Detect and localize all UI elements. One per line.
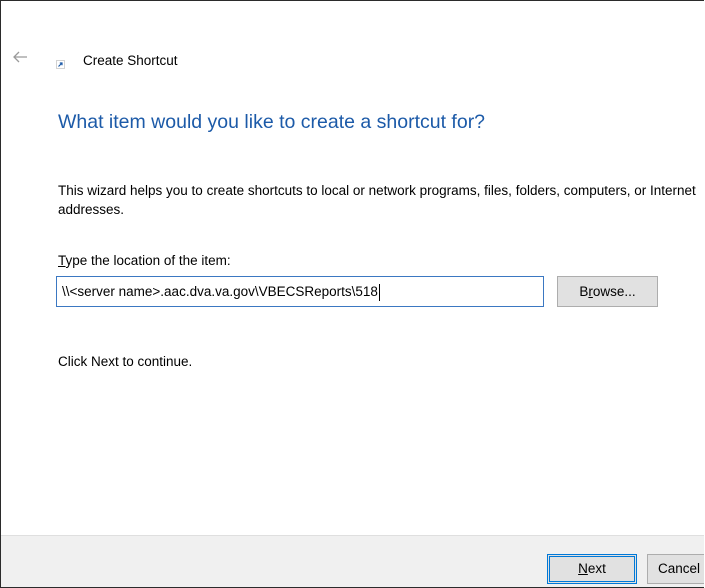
shortcut-icon [56,56,65,69]
back-arrow-icon[interactable] [12,50,28,64]
cancel-button[interactable]: Cancel [647,554,704,584]
text-caret [378,283,380,301]
window-title: Create Shortcut [83,53,178,68]
dialog-footer: Next Cancel [1,535,704,587]
browse-label-start: B [579,284,589,299]
page-heading: What item would you like to create a sho… [58,111,486,133]
location-input-value: \\<server name>.aac.dva.va.gov\VBECSRepo… [62,284,378,299]
next-label-text: ext [587,561,606,576]
next-button[interactable]: Next [547,554,637,584]
location-input[interactable]: \\<server name>.aac.dva.va.gov\VBECSRepo… [56,276,544,307]
continue-instruction: Click Next to continue. [58,354,193,369]
next-label-accesskey: N [578,561,588,576]
browse-label-end: owse... [592,284,636,299]
location-label-accesskey: T [58,253,66,268]
browse-button[interactable]: Browse... [557,276,658,307]
create-shortcut-dialog: Create Shortcut What item would you like… [0,0,704,588]
location-label-text: ype the location of the item: [65,253,231,268]
location-label: Type the location of the item: [58,253,231,268]
wizard-description: This wizard helps you to create shortcut… [58,183,696,217]
